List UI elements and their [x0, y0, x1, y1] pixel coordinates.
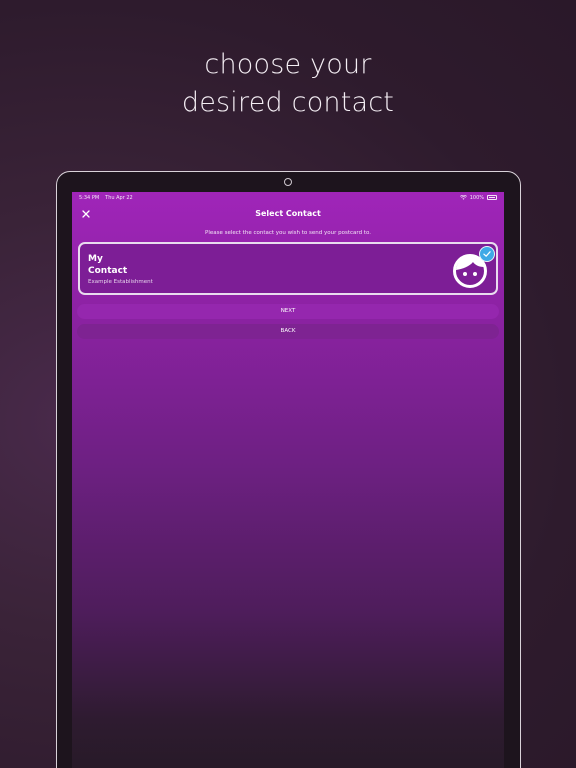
battery-icon [487, 195, 497, 200]
status-time: 5:34 PM [79, 194, 100, 201]
promo-headline: choose your desired contact [0, 46, 576, 122]
contact-establishment: Example Establishment [88, 279, 153, 285]
nav-bar: Select Contact [72, 206, 504, 224]
camera-icon [284, 178, 292, 186]
checkmark-icon [479, 246, 495, 262]
page-title: Select Contact [255, 209, 321, 218]
wifi-icon [459, 195, 467, 200]
battery-percent: 100% [469, 194, 484, 201]
contact-name: My Contact [88, 253, 127, 277]
tablet-frame: 5:34 PM Thu Apr 22 100% Select Contact P… [56, 171, 521, 768]
contact-card-my-contact[interactable]: My Contact Example Establishment [78, 242, 498, 295]
next-button[interactable]: NEXT [77, 304, 499, 319]
instruction-text: Please select the contact you wish to se… [205, 230, 371, 236]
back-button[interactable]: BACK [77, 324, 499, 339]
headline-line-2: desired contact [181, 87, 395, 118]
headline-line-1: choose your [204, 49, 372, 80]
contact-name-line-2: Contact [88, 266, 128, 276]
status-indicators: 100% [459, 194, 497, 201]
status-bar: 5:34 PM Thu Apr 22 100% [72, 192, 504, 203]
app-screen: 5:34 PM Thu Apr 22 100% Select Contact P… [72, 192, 504, 768]
status-date: Thu Apr 22 [105, 194, 133, 201]
contact-name-line-1: My [88, 254, 103, 264]
